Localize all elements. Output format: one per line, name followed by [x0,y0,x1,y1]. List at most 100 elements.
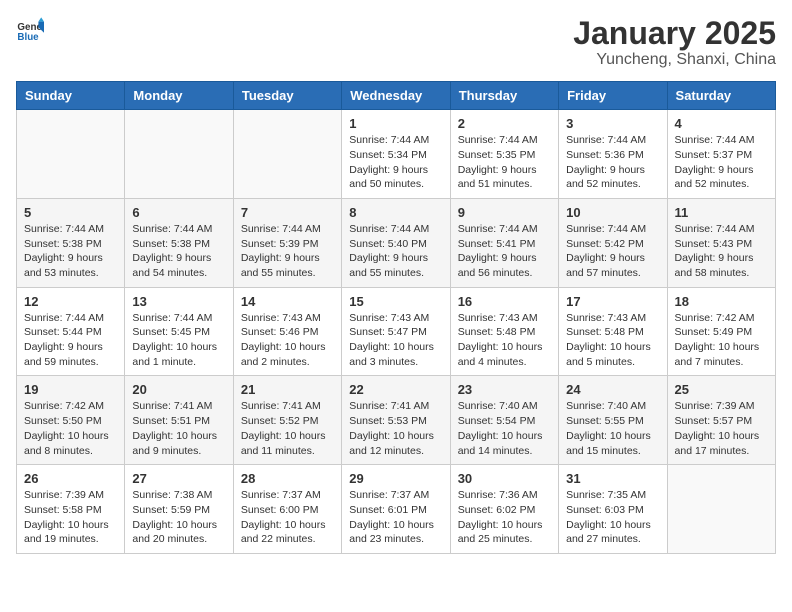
weekday-header-wednesday: Wednesday [342,82,450,110]
weekday-header-tuesday: Tuesday [233,82,341,110]
day-detail: Sunrise: 7:44 AM Sunset: 5:44 PM Dayligh… [24,311,117,370]
day-detail: Sunrise: 7:44 AM Sunset: 5:42 PM Dayligh… [566,222,659,281]
calendar-cell: 26Sunrise: 7:39 AM Sunset: 5:58 PM Dayli… [17,465,125,554]
day-detail: Sunrise: 7:44 AM Sunset: 5:38 PM Dayligh… [24,222,117,281]
calendar-week-row: 26Sunrise: 7:39 AM Sunset: 5:58 PM Dayli… [17,465,776,554]
weekday-header-monday: Monday [125,82,233,110]
calendar-cell: 8 Sunrise: 7:44 AM Sunset: 5:40 PM Daylig… [342,198,450,287]
day-detail: Sunrise: 7:39 AM Sunset: 5:57 PM Dayligh… [675,399,768,458]
title-block: January 2025 Yuncheng, Shanxi, China [573,16,776,69]
calendar-cell: 29 Sunrise: 7:37 AM Sunset: 6:01 PM Dayli… [342,465,450,554]
calendar-cell: 5Sunrise: 7:44 AM Sunset: 5:38 PM Daylig… [17,198,125,287]
calendar-cell: 23 Sunrise: 7:40 AM Sunset: 5:54 PM Dayli… [450,376,558,465]
day-number: 13 [132,294,225,309]
logo-icon: General Blue [16,16,44,44]
day-detail: Sunrise: 7:43 AM Sunset: 5:48 PM Dayligh… [458,311,551,370]
day-detail: Sunrise: 7:41 AM Sunset: 5:52 PM Dayligh… [241,399,334,458]
day-detail: Sunrise: 7:44 AM Sunset: 5:45 PM Dayligh… [132,311,225,370]
weekday-header-row: SundayMondayTuesdayWednesdayThursdayFrid… [17,82,776,110]
day-number: 27 [132,471,225,486]
day-detail: Sunrise: 7:43 AM Sunset: 5:48 PM Dayligh… [566,311,659,370]
calendar-week-row: 12 Sunrise: 7:44 AM Sunset: 5:44 PM Dayli… [17,287,776,376]
calendar-cell: 15 Sunrise: 7:43 AM Sunset: 5:47 PM Dayli… [342,287,450,376]
day-detail: Sunrise: 7:44 AM Sunset: 5:34 PM Dayligh… [349,133,442,192]
day-number: 4 [675,116,768,131]
calendar-cell: 27 Sunrise: 7:38 AM Sunset: 5:59 PM Dayli… [125,465,233,554]
day-detail: Sunrise: 7:44 AM Sunset: 5:40 PM Dayligh… [349,222,442,281]
day-detail: Sunrise: 7:43 AM Sunset: 5:47 PM Dayligh… [349,311,442,370]
day-number: 2 [458,116,551,131]
logo: General Blue [16,16,44,44]
calendar-cell: 1 Sunrise: 7:44 AM Sunset: 5:34 PM Daylig… [342,110,450,199]
day-detail: Sunrise: 7:44 AM Sunset: 5:41 PM Dayligh… [458,222,551,281]
weekday-header-thursday: Thursday [450,82,558,110]
day-detail: Sunrise: 7:44 AM Sunset: 5:43 PM Dayligh… [675,222,768,281]
day-number: 6 [132,205,225,220]
day-number: 15 [349,294,442,309]
calendar-week-row: 1 Sunrise: 7:44 AM Sunset: 5:34 PM Daylig… [17,110,776,199]
calendar-cell: 4 Sunrise: 7:44 AM Sunset: 5:37 PM Daylig… [667,110,775,199]
calendar-cell: 13 Sunrise: 7:44 AM Sunset: 5:45 PM Dayli… [125,287,233,376]
calendar-cell: 20 Sunrise: 7:41 AM Sunset: 5:51 PM Dayli… [125,376,233,465]
day-detail: Sunrise: 7:37 AM Sunset: 6:01 PM Dayligh… [349,488,442,547]
calendar-cell: 12 Sunrise: 7:44 AM Sunset: 5:44 PM Dayli… [17,287,125,376]
day-number: 29 [349,471,442,486]
calendar-cell [125,110,233,199]
day-number: 12 [24,294,117,309]
calendar-cell: 21 Sunrise: 7:41 AM Sunset: 5:52 PM Dayli… [233,376,341,465]
calendar-cell: 17Sunrise: 7:43 AM Sunset: 5:48 PM Dayli… [559,287,667,376]
day-number: 1 [349,116,442,131]
day-detail: Sunrise: 7:40 AM Sunset: 5:54 PM Dayligh… [458,399,551,458]
month-year-title: January 2025 [573,16,776,51]
calendar-cell: 11Sunrise: 7:44 AM Sunset: 5:43 PM Dayli… [667,198,775,287]
day-number: 25 [675,382,768,397]
day-detail: Sunrise: 7:35 AM Sunset: 6:03 PM Dayligh… [566,488,659,547]
weekday-header-sunday: Sunday [17,82,125,110]
day-detail: Sunrise: 7:36 AM Sunset: 6:02 PM Dayligh… [458,488,551,547]
page-header: General Blue January 2025 Yuncheng, Shan… [16,16,776,69]
day-detail: Sunrise: 7:39 AM Sunset: 5:58 PM Dayligh… [24,488,117,547]
day-number: 28 [241,471,334,486]
calendar-table: SundayMondayTuesdayWednesdayThursdayFrid… [16,81,776,554]
day-detail: Sunrise: 7:37 AM Sunset: 6:00 PM Dayligh… [241,488,334,547]
calendar-cell: 30 Sunrise: 7:36 AM Sunset: 6:02 PM Dayli… [450,465,558,554]
location-subtitle: Yuncheng, Shanxi, China [573,51,776,69]
calendar-cell: 19 Sunrise: 7:42 AM Sunset: 5:50 PM Dayli… [17,376,125,465]
weekday-header-friday: Friday [559,82,667,110]
day-number: 24 [566,382,659,397]
weekday-header-saturday: Saturday [667,82,775,110]
day-detail: Sunrise: 7:42 AM Sunset: 5:50 PM Dayligh… [24,399,117,458]
day-number: 21 [241,382,334,397]
day-detail: Sunrise: 7:44 AM Sunset: 5:35 PM Dayligh… [458,133,551,192]
calendar-cell: 28 Sunrise: 7:37 AM Sunset: 6:00 PM Dayli… [233,465,341,554]
day-number: 23 [458,382,551,397]
day-detail: Sunrise: 7:42 AM Sunset: 5:49 PM Dayligh… [675,311,768,370]
day-number: 3 [566,116,659,131]
calendar-cell: 3Sunrise: 7:44 AM Sunset: 5:36 PM Daylig… [559,110,667,199]
day-detail: Sunrise: 7:41 AM Sunset: 5:53 PM Dayligh… [349,399,442,458]
day-number: 8 [349,205,442,220]
day-detail: Sunrise: 7:43 AM Sunset: 5:46 PM Dayligh… [241,311,334,370]
day-number: 18 [675,294,768,309]
calendar-cell: 14 Sunrise: 7:43 AM Sunset: 5:46 PM Dayli… [233,287,341,376]
day-detail: Sunrise: 7:44 AM Sunset: 5:37 PM Dayligh… [675,133,768,192]
calendar-cell: 9 Sunrise: 7:44 AM Sunset: 5:41 PM Daylig… [450,198,558,287]
day-detail: Sunrise: 7:41 AM Sunset: 5:51 PM Dayligh… [132,399,225,458]
calendar-cell [667,465,775,554]
calendar-cell: 31Sunrise: 7:35 AM Sunset: 6:03 PM Dayli… [559,465,667,554]
day-number: 14 [241,294,334,309]
day-detail: Sunrise: 7:38 AM Sunset: 5:59 PM Dayligh… [132,488,225,547]
svg-text:Blue: Blue [17,32,39,43]
day-detail: Sunrise: 7:44 AM Sunset: 5:38 PM Dayligh… [132,222,225,281]
calendar-cell: 18 Sunrise: 7:42 AM Sunset: 5:49 PM Dayli… [667,287,775,376]
calendar-cell [17,110,125,199]
day-number: 20 [132,382,225,397]
day-number: 9 [458,205,551,220]
day-detail: Sunrise: 7:40 AM Sunset: 5:55 PM Dayligh… [566,399,659,458]
day-number: 30 [458,471,551,486]
day-number: 22 [349,382,442,397]
day-detail: Sunrise: 7:44 AM Sunset: 5:39 PM Dayligh… [241,222,334,281]
calendar-cell: 6 Sunrise: 7:44 AM Sunset: 5:38 PM Daylig… [125,198,233,287]
calendar-cell: 25 Sunrise: 7:39 AM Sunset: 5:57 PM Dayli… [667,376,775,465]
day-number: 19 [24,382,117,397]
